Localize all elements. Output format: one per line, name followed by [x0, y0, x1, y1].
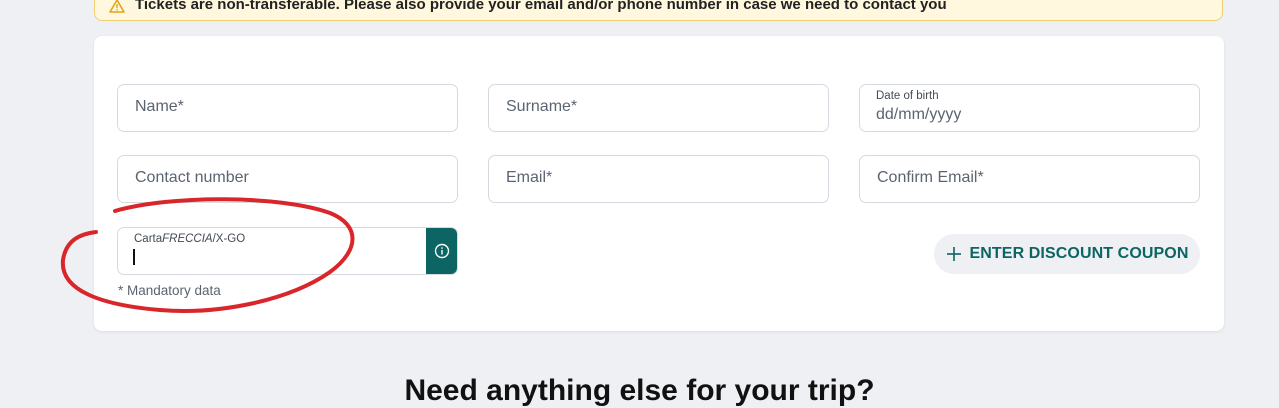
section-title: Need anything else for your trip? — [404, 374, 875, 407]
surname-placeholder: Surname* — [506, 98, 578, 115]
name-placeholder: Name* — [135, 98, 184, 115]
passenger-form-card: Name* Surname* Date of birth dd/mm/yyyy … — [94, 36, 1224, 331]
info-icon — [434, 243, 449, 259]
date-of-birth-placeholder: dd/mm/yyyy — [876, 106, 962, 123]
contact-number-field[interactable]: Contact number — [117, 155, 458, 203]
text-cursor — [133, 249, 135, 265]
enter-discount-coupon-button[interactable]: ENTER DISCOUNT COUPON — [934, 234, 1200, 274]
date-of-birth-field[interactable]: Date of birth dd/mm/yyyy — [859, 84, 1200, 132]
name-field[interactable]: Name* — [117, 84, 458, 132]
mandatory-data-note: * Mandatory data — [118, 283, 221, 298]
confirm-email-placeholder: Confirm Email* — [877, 169, 984, 186]
carta-freccia-field[interactable]: CartaFRECCIA/X-GO — [117, 227, 458, 275]
carta-freccia-label: CartaFRECCIA/X-GO — [134, 233, 246, 245]
contact-number-placeholder: Contact number — [135, 169, 249, 186]
date-of-birth-label: Date of birth — [876, 90, 939, 102]
notice-text: Tickets are non-transferable. Please als… — [135, 0, 947, 13]
email-field[interactable]: Email* — [488, 155, 829, 203]
coupon-button-label: ENTER DISCOUNT COUPON — [969, 245, 1189, 262]
surname-field[interactable]: Surname* — [488, 84, 829, 132]
info-notice-banner: Tickets are non-transferable. Please als… — [94, 0, 1223, 21]
email-placeholder: Email* — [506, 169, 553, 186]
carta-info-button[interactable] — [426, 228, 457, 274]
confirm-email-field[interactable]: Confirm Email* — [859, 155, 1200, 203]
plus-icon — [946, 247, 961, 261]
warning-icon — [109, 0, 125, 13]
